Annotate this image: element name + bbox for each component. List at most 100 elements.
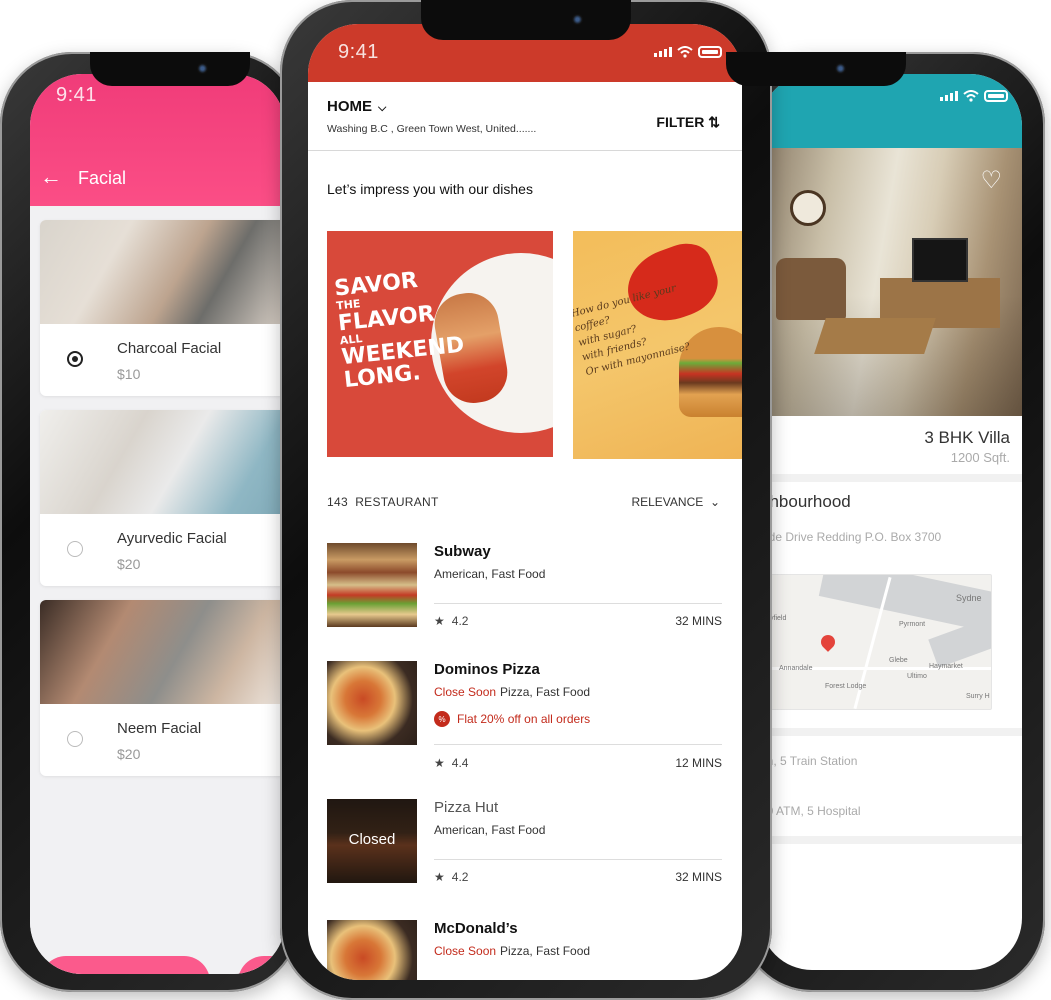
chevron-down-icon: ⌵ bbox=[378, 102, 387, 114]
battery-icon bbox=[984, 90, 1008, 102]
wifi-icon bbox=[677, 46, 693, 58]
count-value: 143 bbox=[327, 495, 348, 509]
property-area: 1200 Sqft. bbox=[950, 450, 1010, 465]
back-arrow-icon[interactable]: ← bbox=[40, 164, 62, 190]
property-title: 3 BHK Villa bbox=[924, 428, 1010, 447]
schedule-button[interactable]: Schedule bbox=[40, 956, 210, 974]
restaurant-name: McDonald’s bbox=[434, 920, 518, 937]
secondary-button[interactable] bbox=[238, 956, 285, 974]
sort-dropdown[interactable]: RELEVANCE ⌄ bbox=[631, 495, 720, 509]
filter-button[interactable]: FILTER ⇅ bbox=[656, 114, 720, 131]
restaurant-image bbox=[327, 920, 417, 980]
facial-image bbox=[40, 220, 285, 324]
nearby-services: 10 ATM, 5 Hospital bbox=[760, 804, 861, 818]
radio-icon[interactable] bbox=[67, 541, 83, 557]
phone-facial: 9:41 ← Facial Charcoal Facial $10 Ayurve… bbox=[0, 52, 300, 992]
facial-item-charcoal[interactable]: Charcoal Facial $10 bbox=[40, 220, 285, 396]
offer: % Flat 20% off on all orders bbox=[434, 711, 590, 727]
notch bbox=[421, 0, 631, 40]
delivery-time: 32 MINS bbox=[675, 614, 722, 628]
restaurant-name: Pizza Hut bbox=[434, 799, 499, 816]
neighbourhood-title: ghbourhood bbox=[760, 492, 851, 511]
delivery-time: 12 MINS bbox=[675, 756, 722, 770]
camera-icon bbox=[572, 14, 583, 25]
map-label: Surry H bbox=[966, 693, 990, 700]
restaurant-name: Dominos Pizza bbox=[434, 661, 540, 678]
divider bbox=[760, 836, 1022, 844]
facial-screen: 9:41 ← Facial Charcoal Facial $10 Ayurve… bbox=[30, 74, 285, 974]
close-soon-badge: Close Soon bbox=[434, 944, 497, 958]
wifi-icon bbox=[963, 90, 979, 102]
map-label: Forest Lodge bbox=[825, 683, 867, 690]
phone-villa: ♡ e 3 BHK Villa 1200 Sqft. ghbourhood si… bbox=[726, 52, 1045, 992]
count-label: RESTAURANT bbox=[355, 495, 439, 509]
banner-text: How do you like your coffee? with sugar?… bbox=[573, 281, 692, 380]
facial-name: Ayurvedic Facial bbox=[117, 530, 227, 547]
notch bbox=[90, 52, 250, 86]
rating-value: 4.2 bbox=[451, 870, 469, 884]
battery-icon bbox=[698, 46, 722, 58]
radio-selected-icon[interactable] bbox=[67, 351, 83, 367]
restaurant-item-dominos[interactable]: Dominos Pizza Close Soon Pizza, Fast Food… bbox=[327, 661, 722, 791]
villa-screen: ♡ e 3 BHK Villa 1200 Sqft. ghbourhood si… bbox=[760, 74, 1022, 970]
facial-price: $20 bbox=[117, 556, 141, 572]
banner-text: SAVOR THE FLAVOR ALL WEEKEND LONG. bbox=[333, 265, 467, 393]
facial-image bbox=[40, 410, 285, 514]
map-label: Pyrmont bbox=[899, 621, 926, 628]
app-showcase: 9:41 ← Facial Charcoal Facial $10 Ayurve… bbox=[0, 0, 1051, 1000]
closed-label: Closed bbox=[348, 831, 396, 848]
promo-banner-burger[interactable]: How do you like your coffee? with sugar?… bbox=[573, 231, 742, 459]
sort-arrows-icon: ⇅ bbox=[708, 114, 720, 130]
divider bbox=[434, 859, 722, 860]
radio-icon[interactable] bbox=[67, 731, 83, 747]
cuisine-text: Pizza, Fast Food bbox=[500, 944, 591, 958]
facial-price: $20 bbox=[117, 746, 141, 762]
restaurant-image bbox=[327, 661, 417, 745]
signal-icon bbox=[654, 47, 672, 57]
star-icon: ★ bbox=[434, 756, 445, 770]
promo-banner-flavor[interactable]: SAVOR THE FLAVOR ALL WEEKEND LONG. bbox=[327, 231, 553, 457]
food-screen: 9:41 HOME ⌵ Washing B.C , Green Town West… bbox=[308, 24, 742, 980]
restaurant-item-subway[interactable]: Subway American, Fast Food ★ 4.2 32 MINS bbox=[327, 543, 722, 655]
map-label: Sydne bbox=[956, 593, 982, 603]
divider bbox=[760, 474, 1022, 482]
delivery-time: 32 MINS bbox=[675, 870, 722, 884]
star-icon: ★ bbox=[434, 870, 445, 884]
divider bbox=[434, 744, 722, 745]
status-icons bbox=[940, 90, 1008, 102]
divider bbox=[308, 150, 742, 151]
offer-text: Flat 20% off on all orders bbox=[457, 712, 591, 726]
status-time: 9:41 bbox=[338, 41, 379, 63]
section-heading: Let’s impress you with our dishes bbox=[327, 181, 533, 197]
map[interactable]: Sydne Lilyfield Pyrmont Annandale Glebe … bbox=[760, 574, 992, 710]
restaurant-cuisine: American, Fast Food bbox=[434, 823, 546, 837]
camera-icon bbox=[197, 63, 208, 74]
status-icons bbox=[654, 46, 722, 58]
facial-item-neem[interactable]: Neem Facial $20 bbox=[40, 600, 285, 776]
nearby-transport: on, 5 Train Station bbox=[760, 754, 858, 768]
rating-value: 4.4 bbox=[451, 756, 469, 770]
restaurant-item-mcdonalds[interactable]: McDonald’s Close Soon Pizza, Fast Food bbox=[327, 920, 722, 980]
armchair bbox=[776, 258, 846, 320]
map-pin-icon[interactable] bbox=[818, 632, 838, 652]
heart-icon[interactable]: ♡ bbox=[980, 166, 1002, 195]
restaurant-cuisine: Close Soon Pizza, Fast Food bbox=[434, 685, 590, 699]
status-time: 9:41 bbox=[56, 84, 97, 106]
location-selector[interactable]: HOME ⌵ bbox=[327, 98, 386, 115]
notch bbox=[726, 52, 906, 86]
close-soon-badge: Close Soon bbox=[434, 685, 497, 699]
rating-value: 4.2 bbox=[451, 614, 469, 628]
map-label: Haymarket bbox=[929, 663, 963, 670]
restaurant-name: Subway bbox=[434, 543, 491, 560]
sort-label: RELEVANCE bbox=[631, 495, 704, 509]
phone-food: 9:41 HOME ⌵ Washing B.C , Green Town West… bbox=[280, 0, 772, 1000]
facial-item-ayurvedic[interactable]: Ayurvedic Facial $20 bbox=[40, 410, 285, 586]
facial-name: Neem Facial bbox=[117, 720, 202, 737]
cuisine-text: Pizza, Fast Food bbox=[500, 685, 591, 699]
tv bbox=[912, 238, 968, 282]
divider bbox=[760, 728, 1022, 736]
restaurant-item-pizza-hut[interactable]: Closed Pizza Hut American, Fast Food ★ 4.… bbox=[327, 799, 722, 909]
location-address: Washing B.C , Green Town West, United...… bbox=[327, 123, 537, 135]
rating: ★ 4.4 bbox=[434, 756, 468, 770]
coffee-table bbox=[814, 318, 936, 354]
